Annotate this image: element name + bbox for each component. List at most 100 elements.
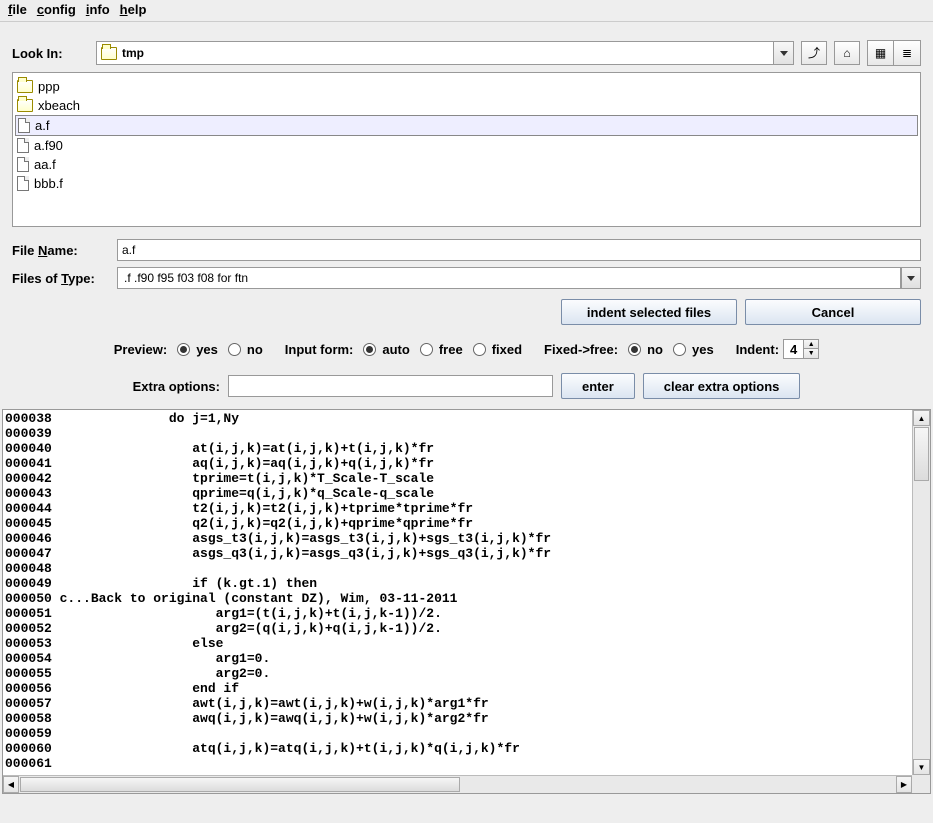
code-line: 000061 [5,756,910,771]
file-entry[interactable]: ppp [15,77,918,96]
view-list-button[interactable]: ≣ [894,41,920,65]
code-line: 000054 arg1=0. [5,651,910,666]
file-entry-name: bbb.f [34,176,63,191]
code-line: 000040 at(i,j,k)=at(i,j,k)+t(i,j,k)*fr [5,441,910,456]
home-button[interactable]: ⌂ [834,41,860,65]
file-entry[interactable]: a.f [15,115,918,136]
indent-spinner[interactable]: 4 ▲▼ [783,339,819,359]
filename-label: File Name: [12,243,117,258]
view-icons-button[interactable]: ▦ [868,41,894,65]
filetype-label: Files of Type: [12,271,117,286]
code-line: 000058 awq(i,j,k)=awq(i,j,k)+w(i,j,k)*ar… [5,711,910,726]
preview-group: Preview: yes no [114,342,263,357]
code-line: 000049 if (k.gt.1) then [5,576,910,591]
scroll-right-icon[interactable]: ▶ [896,776,912,793]
file-dialog: Look In: tmp ⤴ ⌂ ▦ ≣ ppp xbeach a.f a.f90 aa… [0,22,933,409]
grid-icon: ▦ [875,47,886,59]
file-entry[interactable]: xbeach [15,96,918,115]
fixed2free-group: Fixed->free: no yes [544,342,714,357]
vertical-scrollbar[interactable]: ▲ ▼ [912,410,930,775]
code-line: 000055 arg2=0. [5,666,910,681]
scroll-down-icon[interactable]: ▼ [913,759,930,775]
code-line: 000046 asgs_t3(i,j,k)=asgs_t3(i,j,k)+sgs… [5,531,910,546]
folder-icon [101,47,117,60]
spinner-down-icon[interactable]: ▼ [804,349,818,358]
code-line: 000056 end if [5,681,910,696]
code-line: 000057 awt(i,j,k)=awt(i,j,k)+w(i,j,k)*ar… [5,696,910,711]
file-icon [17,176,29,191]
code-line: 000038 do j=1,Ny [5,411,910,426]
lookin-combobox[interactable]: tmp [96,41,794,65]
file-entry[interactable]: bbb.f [15,174,918,193]
indent-value: 4 [784,342,803,357]
chevron-down-icon[interactable] [901,267,921,289]
code-line: 000059 [5,726,910,741]
inputform-free-radio[interactable] [420,343,433,356]
code-line: 000047 asgs_q3(i,j,k)=asgs_q3(i,j,k)+sgs… [5,546,910,561]
file-entry-name: ppp [38,79,60,94]
lookin-value: tmp [122,46,144,60]
horizontal-scrollbar[interactable]: ◀ ▶ [3,775,912,793]
cancel-button[interactable]: Cancel [745,299,921,325]
file-entry[interactable]: a.f90 [15,136,918,155]
scroll-left-icon[interactable]: ◀ [3,776,19,793]
folder-icon [17,80,33,93]
code-preview: 000038 do j=1,Ny000039000040 at(i,j,k)=a… [2,409,931,794]
extra-label: Extra options: [133,379,220,394]
indent-group: Indent: 4 ▲▼ [736,339,820,359]
file-entry-name: xbeach [38,98,80,113]
lookin-label: Look In: [12,46,78,61]
scroll-up-icon[interactable]: ▲ [913,410,930,426]
menu-info[interactable]: info [86,2,110,17]
list-icon: ≣ [902,47,912,59]
menubar: file config info help [0,0,933,22]
file-list[interactable]: ppp xbeach a.f a.f90 aa.f bbb.f [12,72,921,227]
file-entry-name: aa.f [34,157,56,172]
file-entry-name: a.f [35,118,49,133]
code-line: 000045 q2(i,j,k)=q2(i,j,k)+qprime*qprime… [5,516,910,531]
code-line: 000042 tprime=t(i,j,k)*T_Scale-T_scale [5,471,910,486]
filename-input[interactable] [117,239,921,261]
code-line: 000044 t2(i,j,k)=t2(i,j,k)+tprime*tprime… [5,501,910,516]
menu-config[interactable]: config [37,2,76,17]
inputform-label: Input form: [285,342,354,357]
preview-yes-radio[interactable] [177,343,190,356]
enter-button[interactable]: enter [561,373,635,399]
scrollbar-thumb[interactable] [914,427,929,481]
code-line: 000053 else [5,636,910,651]
scrollbar-thumb[interactable] [20,777,460,792]
fixed2free-no-radio[interactable] [628,343,641,356]
filetype-value: .f .f90 f95 f03 f08 for ftn [124,271,248,285]
inputform-auto-radio[interactable] [363,343,376,356]
preview-no-radio[interactable] [228,343,241,356]
file-icon [17,138,29,153]
extra-input[interactable] [228,375,553,397]
spinner-up-icon[interactable]: ▲ [804,340,818,349]
indent-button[interactable]: indent selected files [561,299,737,325]
code-line: 000050 c...Back to original (constant DZ… [5,591,910,606]
scrollbar-corner [912,775,930,793]
preview-label: Preview: [114,342,167,357]
file-entry[interactable]: aa.f [15,155,918,174]
up-folder-button[interactable]: ⤴ [801,41,827,65]
code-line: 000041 aq(i,j,k)=aq(i,j,k)+q(i,j,k)*fr [5,456,910,471]
file-entry-name: a.f90 [34,138,63,153]
code-line: 000060 atq(i,j,k)=atq(i,j,k)+t(i,j,k)*q(… [5,741,910,756]
menu-file[interactable]: file [8,2,27,17]
code-line: 000043 qprime=q(i,j,k)*q_Scale-q_scale [5,486,910,501]
indent-label: Indent: [736,342,779,357]
filetype-select[interactable]: .f .f90 f95 f03 f08 for ftn [117,267,901,289]
file-icon [17,157,29,172]
code-line: 000048 [5,561,910,576]
home-icon: ⌂ [843,47,850,59]
code-line: 000052 arg2=(q(i,j,k)+q(i,j,k-1))/2. [5,621,910,636]
folder-icon [17,99,33,112]
file-icon [18,118,30,133]
code-line: 000051 arg1=(t(i,j,k)+t(i,j,k-1))/2. [5,606,910,621]
clear-button[interactable]: clear extra options [643,373,801,399]
chevron-down-icon[interactable] [773,42,793,64]
fixed2free-yes-radio[interactable] [673,343,686,356]
fixed2free-label: Fixed->free: [544,342,618,357]
inputform-fixed-radio[interactable] [473,343,486,356]
menu-help[interactable]: help [120,2,147,17]
